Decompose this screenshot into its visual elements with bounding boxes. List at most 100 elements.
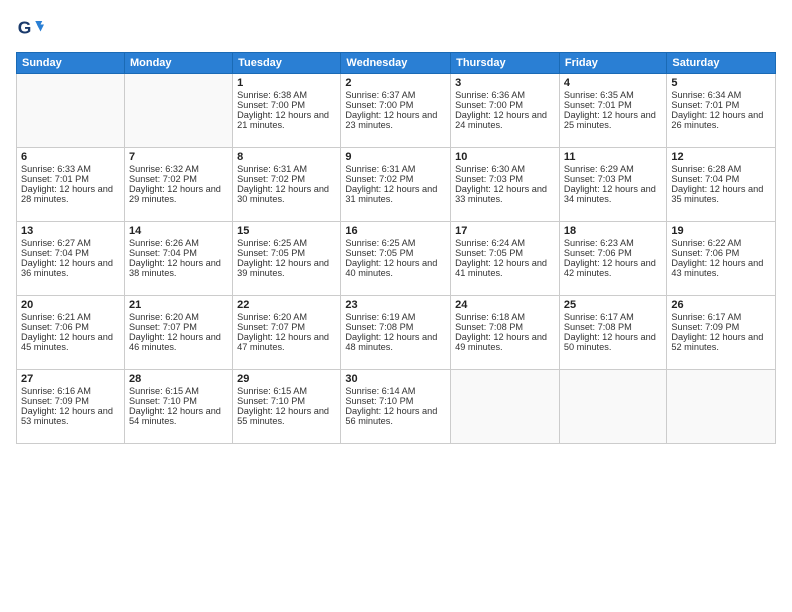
day-info: Daylight: 12 hours and 52 minutes. — [671, 332, 771, 352]
day-number: 20 — [21, 299, 120, 311]
day-number: 6 — [21, 151, 120, 163]
logo: G — [16, 14, 48, 42]
day-number: 18 — [564, 225, 663, 237]
calendar-cell: 24Sunrise: 6:18 AMSunset: 7:08 PMDayligh… — [451, 296, 560, 370]
calendar-cell — [559, 370, 667, 444]
day-info: Sunrise: 6:26 AM — [129, 238, 228, 248]
day-info: Sunrise: 6:28 AM — [671, 164, 771, 174]
day-info: Sunrise: 6:32 AM — [129, 164, 228, 174]
day-info: Sunrise: 6:20 AM — [237, 312, 336, 322]
day-info: Sunrise: 6:34 AM — [671, 90, 771, 100]
day-info: Daylight: 12 hours and 30 minutes. — [237, 184, 336, 204]
day-number: 23 — [345, 299, 446, 311]
calendar-week-row: 6Sunrise: 6:33 AMSunset: 7:01 PMDaylight… — [17, 148, 776, 222]
day-info: Sunrise: 6:25 AM — [345, 238, 446, 248]
calendar-cell: 18Sunrise: 6:23 AMSunset: 7:06 PMDayligh… — [559, 222, 667, 296]
day-info: Sunrise: 6:21 AM — [21, 312, 120, 322]
day-info: Daylight: 12 hours and 41 minutes. — [455, 258, 555, 278]
calendar-cell — [17, 74, 125, 148]
day-info: Sunrise: 6:16 AM — [21, 386, 120, 396]
day-number: 29 — [237, 373, 336, 385]
day-info: Sunrise: 6:29 AM — [564, 164, 663, 174]
day-number: 13 — [21, 225, 120, 237]
day-info: Sunrise: 6:22 AM — [671, 238, 771, 248]
calendar-week-row: 27Sunrise: 6:16 AMSunset: 7:09 PMDayligh… — [17, 370, 776, 444]
day-number: 28 — [129, 373, 228, 385]
day-number: 3 — [455, 77, 555, 89]
calendar-cell: 15Sunrise: 6:25 AMSunset: 7:05 PMDayligh… — [233, 222, 341, 296]
calendar-cell: 3Sunrise: 6:36 AMSunset: 7:00 PMDaylight… — [451, 74, 560, 148]
day-info: Sunset: 7:05 PM — [237, 248, 336, 258]
day-number: 8 — [237, 151, 336, 163]
calendar-cell: 27Sunrise: 6:16 AMSunset: 7:09 PMDayligh… — [17, 370, 125, 444]
calendar-cell: 30Sunrise: 6:14 AMSunset: 7:10 PMDayligh… — [341, 370, 451, 444]
calendar-cell: 5Sunrise: 6:34 AMSunset: 7:01 PMDaylight… — [667, 74, 776, 148]
day-info: Daylight: 12 hours and 21 minutes. — [237, 110, 336, 130]
day-info: Sunrise: 6:24 AM — [455, 238, 555, 248]
svg-text:G: G — [18, 17, 32, 37]
day-info: Daylight: 12 hours and 45 minutes. — [21, 332, 120, 352]
day-info: Sunrise: 6:31 AM — [345, 164, 446, 174]
day-info: Sunrise: 6:33 AM — [21, 164, 120, 174]
day-info: Sunset: 7:08 PM — [455, 322, 555, 332]
day-number: 9 — [345, 151, 446, 163]
calendar-cell: 8Sunrise: 6:31 AMSunset: 7:02 PMDaylight… — [233, 148, 341, 222]
day-info: Sunset: 7:01 PM — [671, 100, 771, 110]
calendar-cell: 17Sunrise: 6:24 AMSunset: 7:05 PMDayligh… — [451, 222, 560, 296]
calendar-cell: 23Sunrise: 6:19 AMSunset: 7:08 PMDayligh… — [341, 296, 451, 370]
day-info: Sunrise: 6:15 AM — [237, 386, 336, 396]
day-number: 14 — [129, 225, 228, 237]
day-info: Sunrise: 6:30 AM — [455, 164, 555, 174]
day-info: Daylight: 12 hours and 29 minutes. — [129, 184, 228, 204]
day-info: Sunrise: 6:25 AM — [237, 238, 336, 248]
day-info: Sunrise: 6:31 AM — [237, 164, 336, 174]
day-info: Daylight: 12 hours and 50 minutes. — [564, 332, 663, 352]
day-info: Sunset: 7:08 PM — [345, 322, 446, 332]
calendar-cell: 19Sunrise: 6:22 AMSunset: 7:06 PMDayligh… — [667, 222, 776, 296]
day-info: Sunset: 7:02 PM — [129, 174, 228, 184]
day-info: Sunrise: 6:38 AM — [237, 90, 336, 100]
day-info: Sunset: 7:00 PM — [455, 100, 555, 110]
day-info: Sunset: 7:06 PM — [671, 248, 771, 258]
day-number: 21 — [129, 299, 228, 311]
day-info: Sunset: 7:10 PM — [237, 396, 336, 406]
calendar-cell: 25Sunrise: 6:17 AMSunset: 7:08 PMDayligh… — [559, 296, 667, 370]
calendar-cell: 16Sunrise: 6:25 AMSunset: 7:05 PMDayligh… — [341, 222, 451, 296]
day-info: Sunrise: 6:17 AM — [564, 312, 663, 322]
day-info: Daylight: 12 hours and 47 minutes. — [237, 332, 336, 352]
day-number: 1 — [237, 77, 336, 89]
day-info: Sunset: 7:05 PM — [455, 248, 555, 258]
calendar-table: SundayMondayTuesdayWednesdayThursdayFrid… — [16, 52, 776, 444]
day-info: Daylight: 12 hours and 24 minutes. — [455, 110, 555, 130]
day-info: Sunset: 7:04 PM — [671, 174, 771, 184]
day-number: 2 — [345, 77, 446, 89]
day-number: 22 — [237, 299, 336, 311]
calendar-cell: 2Sunrise: 6:37 AMSunset: 7:00 PMDaylight… — [341, 74, 451, 148]
day-number: 25 — [564, 299, 663, 311]
calendar-cell: 21Sunrise: 6:20 AMSunset: 7:07 PMDayligh… — [124, 296, 232, 370]
day-info: Sunrise: 6:20 AM — [129, 312, 228, 322]
day-info: Daylight: 12 hours and 25 minutes. — [564, 110, 663, 130]
day-info: Sunset: 7:07 PM — [237, 322, 336, 332]
day-info: Daylight: 12 hours and 28 minutes. — [21, 184, 120, 204]
day-number: 26 — [671, 299, 771, 311]
calendar-cell: 11Sunrise: 6:29 AMSunset: 7:03 PMDayligh… — [559, 148, 667, 222]
day-info: Sunset: 7:05 PM — [345, 248, 446, 258]
day-info: Daylight: 12 hours and 43 minutes. — [671, 258, 771, 278]
calendar-cell: 1Sunrise: 6:38 AMSunset: 7:00 PMDaylight… — [233, 74, 341, 148]
day-info: Daylight: 12 hours and 48 minutes. — [345, 332, 446, 352]
day-number: 27 — [21, 373, 120, 385]
day-info: Sunrise: 6:23 AM — [564, 238, 663, 248]
day-number: 11 — [564, 151, 663, 163]
day-number: 15 — [237, 225, 336, 237]
day-info: Sunset: 7:01 PM — [564, 100, 663, 110]
calendar-week-row: 1Sunrise: 6:38 AMSunset: 7:00 PMDaylight… — [17, 74, 776, 148]
calendar-cell: 12Sunrise: 6:28 AMSunset: 7:04 PMDayligh… — [667, 148, 776, 222]
day-header: Sunday — [17, 53, 125, 74]
calendar-cell: 28Sunrise: 6:15 AMSunset: 7:10 PMDayligh… — [124, 370, 232, 444]
day-number: 17 — [455, 225, 555, 237]
day-info: Daylight: 12 hours and 53 minutes. — [21, 406, 120, 426]
day-info: Daylight: 12 hours and 26 minutes. — [671, 110, 771, 130]
day-info: Sunset: 7:09 PM — [671, 322, 771, 332]
day-info: Sunset: 7:04 PM — [129, 248, 228, 258]
